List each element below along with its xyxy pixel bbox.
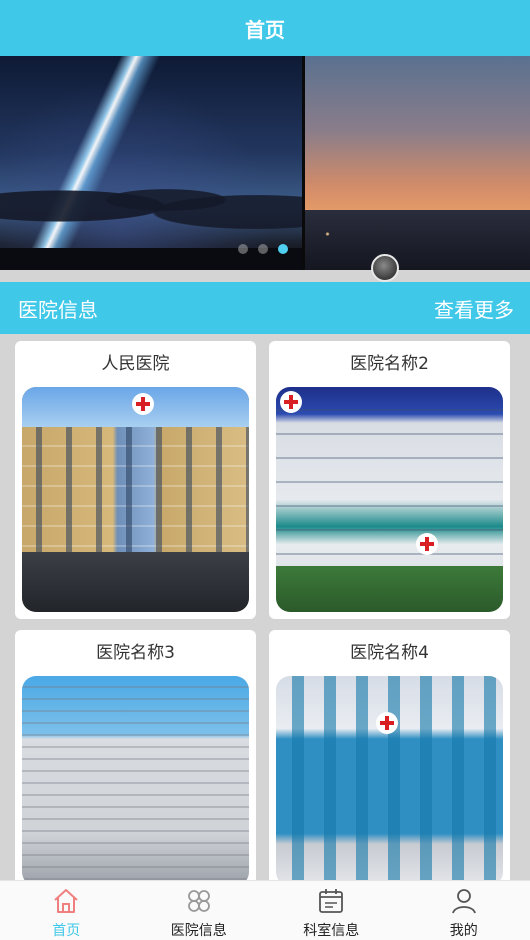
tab-label: 医院信息 (170, 923, 227, 939)
carousel-dot[interactable] (238, 244, 248, 254)
hospital-photo (276, 387, 503, 612)
hospital-card[interactable]: 医院名称4 (269, 630, 510, 890)
tab-department-info[interactable]: 科室信息 (265, 881, 398, 940)
banner-clouds (0, 170, 302, 230)
red-cross-icon (132, 393, 154, 415)
bottom-tab-bar: 首页 医院信息 科室信息 我的 (0, 880, 530, 940)
grid-icon (187, 890, 210, 912)
top-bar: 首页 (0, 0, 530, 56)
tab-label: 首页 (52, 923, 81, 939)
hospital-photo (276, 676, 503, 886)
banner-slide-comet[interactable] (0, 56, 302, 270)
banner-slide-sunset[interactable] (305, 56, 530, 270)
hospital-name: 医院名称3 (96, 643, 175, 663)
hospital-card[interactable]: 人民医院 (15, 341, 256, 619)
hospital-photo (22, 676, 249, 886)
hospital-name: 医院名称2 (350, 354, 429, 374)
tab-mine[interactable]: 我的 (398, 881, 530, 940)
tab-home[interactable]: 首页 (0, 881, 133, 940)
hospital-grid: 人民医院 医院名称2 医院名称3 医院名称4 (0, 334, 530, 890)
scroll-knob[interactable] (371, 254, 399, 282)
hospital-name: 人民医院 (101, 354, 170, 374)
hospital-photo (22, 387, 249, 612)
red-cross-icon (376, 712, 398, 734)
carousel-dots (238, 244, 288, 254)
banner-carousel[interactable] (0, 56, 530, 270)
photo-trees (276, 566, 503, 612)
hospital-name: 医院名称4 (350, 643, 429, 663)
section-title: 医院信息 (18, 297, 98, 322)
view-more-link[interactable]: 查看更多 (434, 294, 514, 323)
red-cross-icon (280, 391, 302, 413)
photo-base (22, 552, 249, 612)
home-icon (54, 889, 78, 913)
calendar-icon (319, 889, 344, 913)
tab-label: 科室信息 (303, 923, 360, 939)
hospital-card[interactable]: 医院名称3 (15, 630, 256, 890)
carousel-dot-active[interactable] (278, 244, 288, 254)
section-header: 医院信息 查看更多 (0, 282, 530, 334)
user-icon (451, 889, 476, 914)
carousel-dot[interactable] (258, 244, 268, 254)
tab-hospital-info[interactable]: 医院信息 (133, 881, 266, 940)
page-title: 首页 (245, 17, 285, 42)
hospital-card[interactable]: 医院名称2 (269, 341, 510, 619)
tab-label: 我的 (449, 923, 478, 939)
banner-city (305, 210, 530, 270)
red-cross-icon (416, 533, 438, 555)
